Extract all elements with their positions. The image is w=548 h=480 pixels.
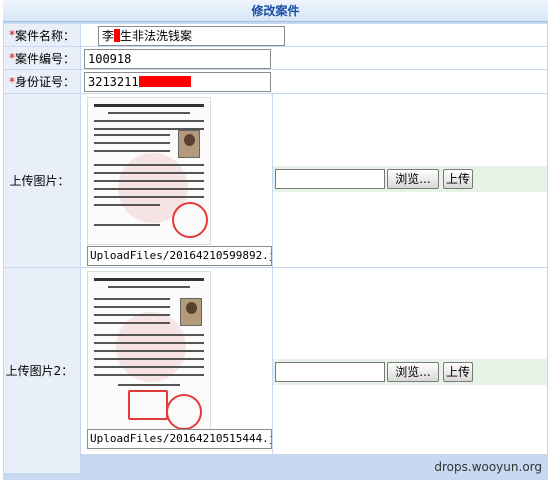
uploaded-document-image-1 <box>87 97 211 245</box>
upload1-upload-button[interactable]: 上传 <box>443 169 473 189</box>
upload1-path-field[interactable]: UploadFiles/20164210599892.jpg <box>87 246 272 266</box>
row-id-number: * 身份证号： 3213211 <box>3 69 548 93</box>
upload2-browse-button[interactable]: 浏览... <box>387 362 439 382</box>
upload1-label: 上传图片： <box>4 94 80 267</box>
row-case-number: * 案件编号： 100918 <box>3 46 548 69</box>
upload1-file-input[interactable] <box>275 169 385 189</box>
upload1-browse-button[interactable]: 浏览... <box>387 169 439 189</box>
row-upload-2: 上传图片2： UploadFiles/20164210515444.jpg 浏览… <box>3 267 548 480</box>
row-case-name: * 案件名称： 李生非法洗钱案 <box>3 23 548 46</box>
case-name-label: * 案件名称： <box>4 24 80 46</box>
id-number-input[interactable]: 3213211 <box>84 72 271 92</box>
upload2-label: 上传图片2： <box>4 268 80 473</box>
id-number-label: * 身份证号： <box>4 70 80 93</box>
row-upload-1: 上传图片： UploadFiles/20164210599892.jpg 浏览.… <box>3 93 548 267</box>
uploaded-document-image-2 <box>87 271 211 431</box>
case-number-input[interactable]: 100918 <box>84 49 271 69</box>
case-name-input[interactable]: 李生非法洗钱案 <box>98 26 285 46</box>
upload2-upload-button[interactable]: 上传 <box>443 362 473 382</box>
page-title: 修改案件 <box>3 0 548 22</box>
redaction-mark <box>138 76 191 87</box>
site-watermark: drops.wooyun.org <box>434 460 542 474</box>
upload2-file-input[interactable] <box>275 362 385 382</box>
upload2-path-field[interactable]: UploadFiles/20164210515444.jpg <box>87 429 272 449</box>
case-number-label: * 案件编号： <box>4 47 80 69</box>
